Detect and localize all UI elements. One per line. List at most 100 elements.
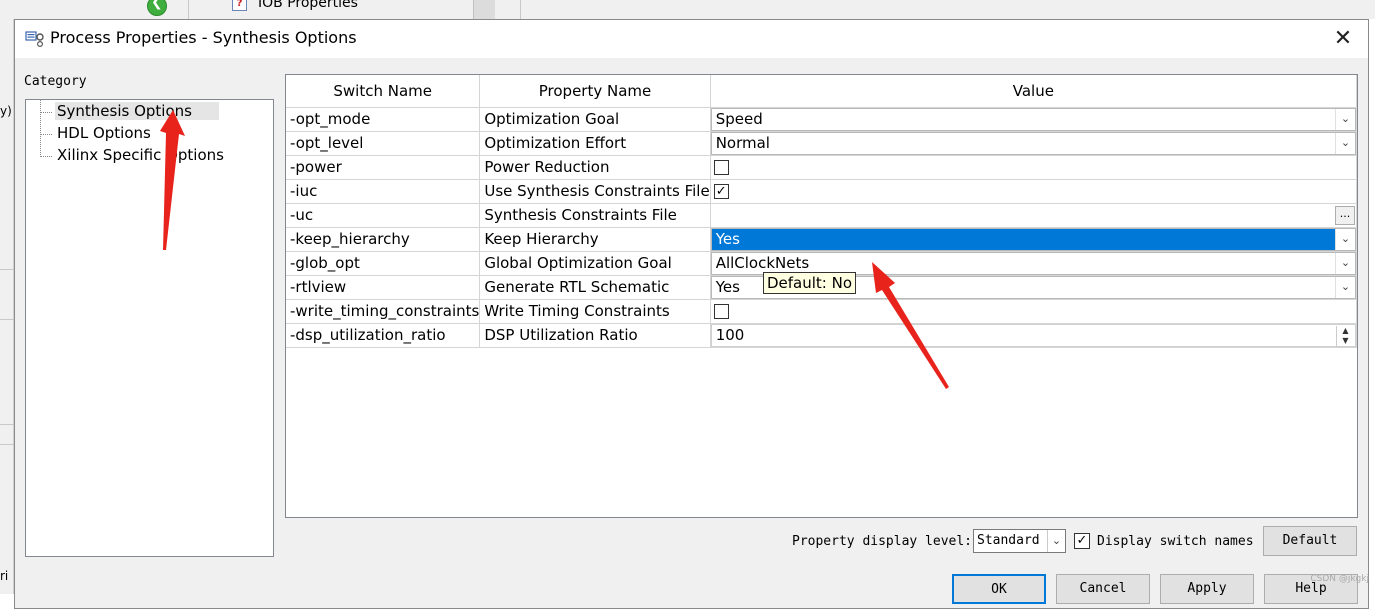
display-switch-names-checkbox[interactable]: ✓ bbox=[1074, 533, 1090, 549]
value-cell[interactable]: Normal ⌄ bbox=[710, 131, 1357, 156]
property-name-cell: Write Timing Constraints bbox=[479, 299, 711, 324]
property-name-cell: Synthesis Constraints File bbox=[479, 203, 711, 228]
property-name-cell: Generate RTL Schematic bbox=[479, 275, 711, 300]
process-properties-dialog: Process Properties - Synthesis Options ✕… bbox=[14, 19, 1369, 609]
table-row[interactable]: -uc Synthesis Constraints File ... bbox=[286, 203, 1357, 228]
spinbox-value: 100 bbox=[715, 325, 745, 344]
switch-name-cell: -uc bbox=[286, 203, 481, 228]
category-label: Category bbox=[24, 74, 87, 89]
switch-name-cell: -keep_hierarchy bbox=[286, 227, 481, 252]
property-name-cell: Optimization Goal bbox=[479, 107, 711, 132]
category-item-hdl-options[interactable]: HDL Options bbox=[26, 123, 273, 145]
dropdown-value: Speed bbox=[715, 109, 763, 128]
display-level-dropdown[interactable]: Standard ⌄ bbox=[973, 529, 1066, 553]
divider bbox=[520, 0, 521, 19]
switch-name-cell: -opt_mode bbox=[286, 107, 481, 132]
category-item-synthesis-options[interactable]: Synthesis Options bbox=[26, 101, 273, 123]
value-cell[interactable]: 100 ▲ ▼ bbox=[710, 323, 1357, 348]
background-left-strip: y) ri bbox=[0, 19, 14, 594]
properties-grid[interactable]: Switch Name Property Name Value -opt_mod… bbox=[285, 74, 1358, 518]
dropdown-value: Yes bbox=[715, 229, 740, 248]
divider bbox=[0, 269, 14, 270]
value-checkbox[interactable] bbox=[713, 159, 729, 175]
dialog-title: Process Properties - Synthesis Options bbox=[50, 28, 357, 47]
chevron-down-icon[interactable]: ⌄ bbox=[1047, 530, 1065, 552]
property-name-cell: Use Synthesis Constraints File bbox=[479, 179, 711, 204]
value-cell[interactable] bbox=[710, 155, 1357, 180]
help-doc-icon: ? bbox=[232, 0, 247, 11]
chevron-down-icon[interactable]: ⌄ bbox=[1335, 108, 1355, 130]
value-dropdown[interactable]: Speed ⌄ bbox=[710, 107, 1356, 131]
category-item-label: Synthesis Options bbox=[55, 102, 219, 120]
value-cell[interactable]: Yes ⌄ bbox=[710, 227, 1357, 252]
chevron-down-icon[interactable]: ⌄ bbox=[1335, 252, 1355, 274]
property-name-cell: Optimization Effort bbox=[479, 131, 711, 156]
value-dropdown[interactable]: Normal ⌄ bbox=[710, 131, 1356, 155]
switch-name-cell: -rtlview bbox=[286, 275, 481, 300]
dropdown-value: Normal bbox=[715, 133, 770, 152]
switch-name-cell: -opt_level bbox=[286, 131, 481, 156]
value-spinbox[interactable]: 100 ▲ ▼ bbox=[710, 323, 1356, 347]
table-row[interactable]: -dsp_utilization_ratio DSP Utilization R… bbox=[286, 323, 1357, 348]
divider bbox=[0, 319, 14, 320]
value-dropdown[interactable]: Yes ⌄ bbox=[710, 227, 1356, 251]
table-row[interactable]: -keep_hierarchy Keep Hierarchy Yes ⌄ bbox=[286, 227, 1357, 252]
divider bbox=[188, 0, 189, 19]
ok-button[interactable]: OK bbox=[952, 574, 1046, 604]
background-left-fragment: y) bbox=[0, 104, 12, 118]
category-item-label: HDL Options bbox=[57, 124, 151, 142]
background-scrollbar[interactable] bbox=[473, 0, 495, 19]
chevron-down-icon[interactable]: ⌄ bbox=[1335, 276, 1355, 298]
switch-name-cell: -iuc bbox=[286, 179, 481, 204]
column-header-switch-name[interactable]: Switch Name bbox=[286, 75, 481, 108]
category-item-label: Xilinx Specific Options bbox=[57, 146, 224, 164]
column-header-value[interactable]: Value bbox=[710, 75, 1357, 108]
dropdown-value: AllClockNets bbox=[715, 253, 810, 272]
title-bar[interactable]: Process Properties - Synthesis Options ✕ bbox=[15, 20, 1368, 58]
background-window-top: ❮ ? IOB Properties bbox=[0, 0, 1375, 19]
column-header-property-name[interactable]: Property Name bbox=[479, 75, 711, 108]
switch-name-cell: -dsp_utilization_ratio bbox=[286, 323, 481, 348]
watermark: CSDN @jkgkj bbox=[1310, 574, 1369, 584]
chevron-down-icon[interactable]: ⌄ bbox=[1335, 228, 1355, 250]
display-switch-names-label[interactable]: Display switch names bbox=[1097, 534, 1254, 549]
category-item-xilinx-specific-options[interactable]: Xilinx Specific Options bbox=[26, 145, 273, 167]
value-cell[interactable]: ... bbox=[710, 203, 1357, 228]
cancel-button[interactable]: Cancel bbox=[1056, 574, 1150, 604]
table-row[interactable]: -write_timing_constraints Write Timing C… bbox=[286, 299, 1357, 324]
switch-name-cell: -write_timing_constraints bbox=[286, 299, 481, 324]
category-tree[interactable]: Synthesis Options HDL Options Xilinx Spe… bbox=[25, 99, 274, 557]
chevron-down-icon[interactable]: ⌄ bbox=[1335, 132, 1355, 154]
property-name-cell: Keep Hierarchy bbox=[479, 227, 711, 252]
table-row[interactable]: -opt_mode Optimization Goal Speed ⌄ bbox=[286, 107, 1357, 132]
value-checkbox[interactable]: ✓ bbox=[713, 183, 729, 199]
divider bbox=[0, 444, 14, 445]
background-tree-item[interactable]: IOB Properties bbox=[258, 0, 358, 11]
property-name-cell: DSP Utilization Ratio bbox=[479, 323, 711, 348]
table-row[interactable]: -iuc Use Synthesis Constraints File ✓ bbox=[286, 179, 1357, 204]
process-properties-icon bbox=[25, 31, 44, 48]
value-cell[interactable] bbox=[710, 299, 1357, 324]
tree-connector bbox=[40, 134, 52, 135]
browse-button[interactable]: ... bbox=[1335, 205, 1355, 225]
switch-name-cell: -glob_opt bbox=[286, 251, 481, 276]
tree-connector bbox=[40, 156, 52, 157]
tree-connector bbox=[40, 112, 52, 113]
apply-button[interactable]: Apply bbox=[1160, 574, 1254, 604]
close-button[interactable]: ✕ bbox=[1328, 24, 1358, 54]
spin-arrows-icon[interactable]: ▲ ▼ bbox=[1336, 325, 1354, 347]
table-row[interactable]: -opt_level Optimization Effort Normal ⌄ bbox=[286, 131, 1357, 156]
checkmark-icon: ✓ bbox=[715, 183, 727, 199]
default-button[interactable]: Default bbox=[1263, 526, 1357, 556]
divider bbox=[0, 424, 14, 425]
switch-name-cell: -power bbox=[286, 155, 481, 180]
value-cell[interactable]: ✓ bbox=[710, 179, 1357, 204]
table-row[interactable]: -power Power Reduction bbox=[286, 155, 1357, 180]
property-name-cell: Power Reduction bbox=[479, 155, 711, 180]
default-value-tooltip: Default: No bbox=[763, 272, 857, 294]
dropdown-value: Yes bbox=[715, 277, 740, 296]
value-cell[interactable]: Speed ⌄ bbox=[710, 107, 1357, 132]
value-checkbox[interactable] bbox=[713, 303, 729, 319]
back-arrow-icon: ❮ bbox=[151, 0, 163, 10]
property-name-cell: Global Optimization Goal bbox=[479, 251, 711, 276]
